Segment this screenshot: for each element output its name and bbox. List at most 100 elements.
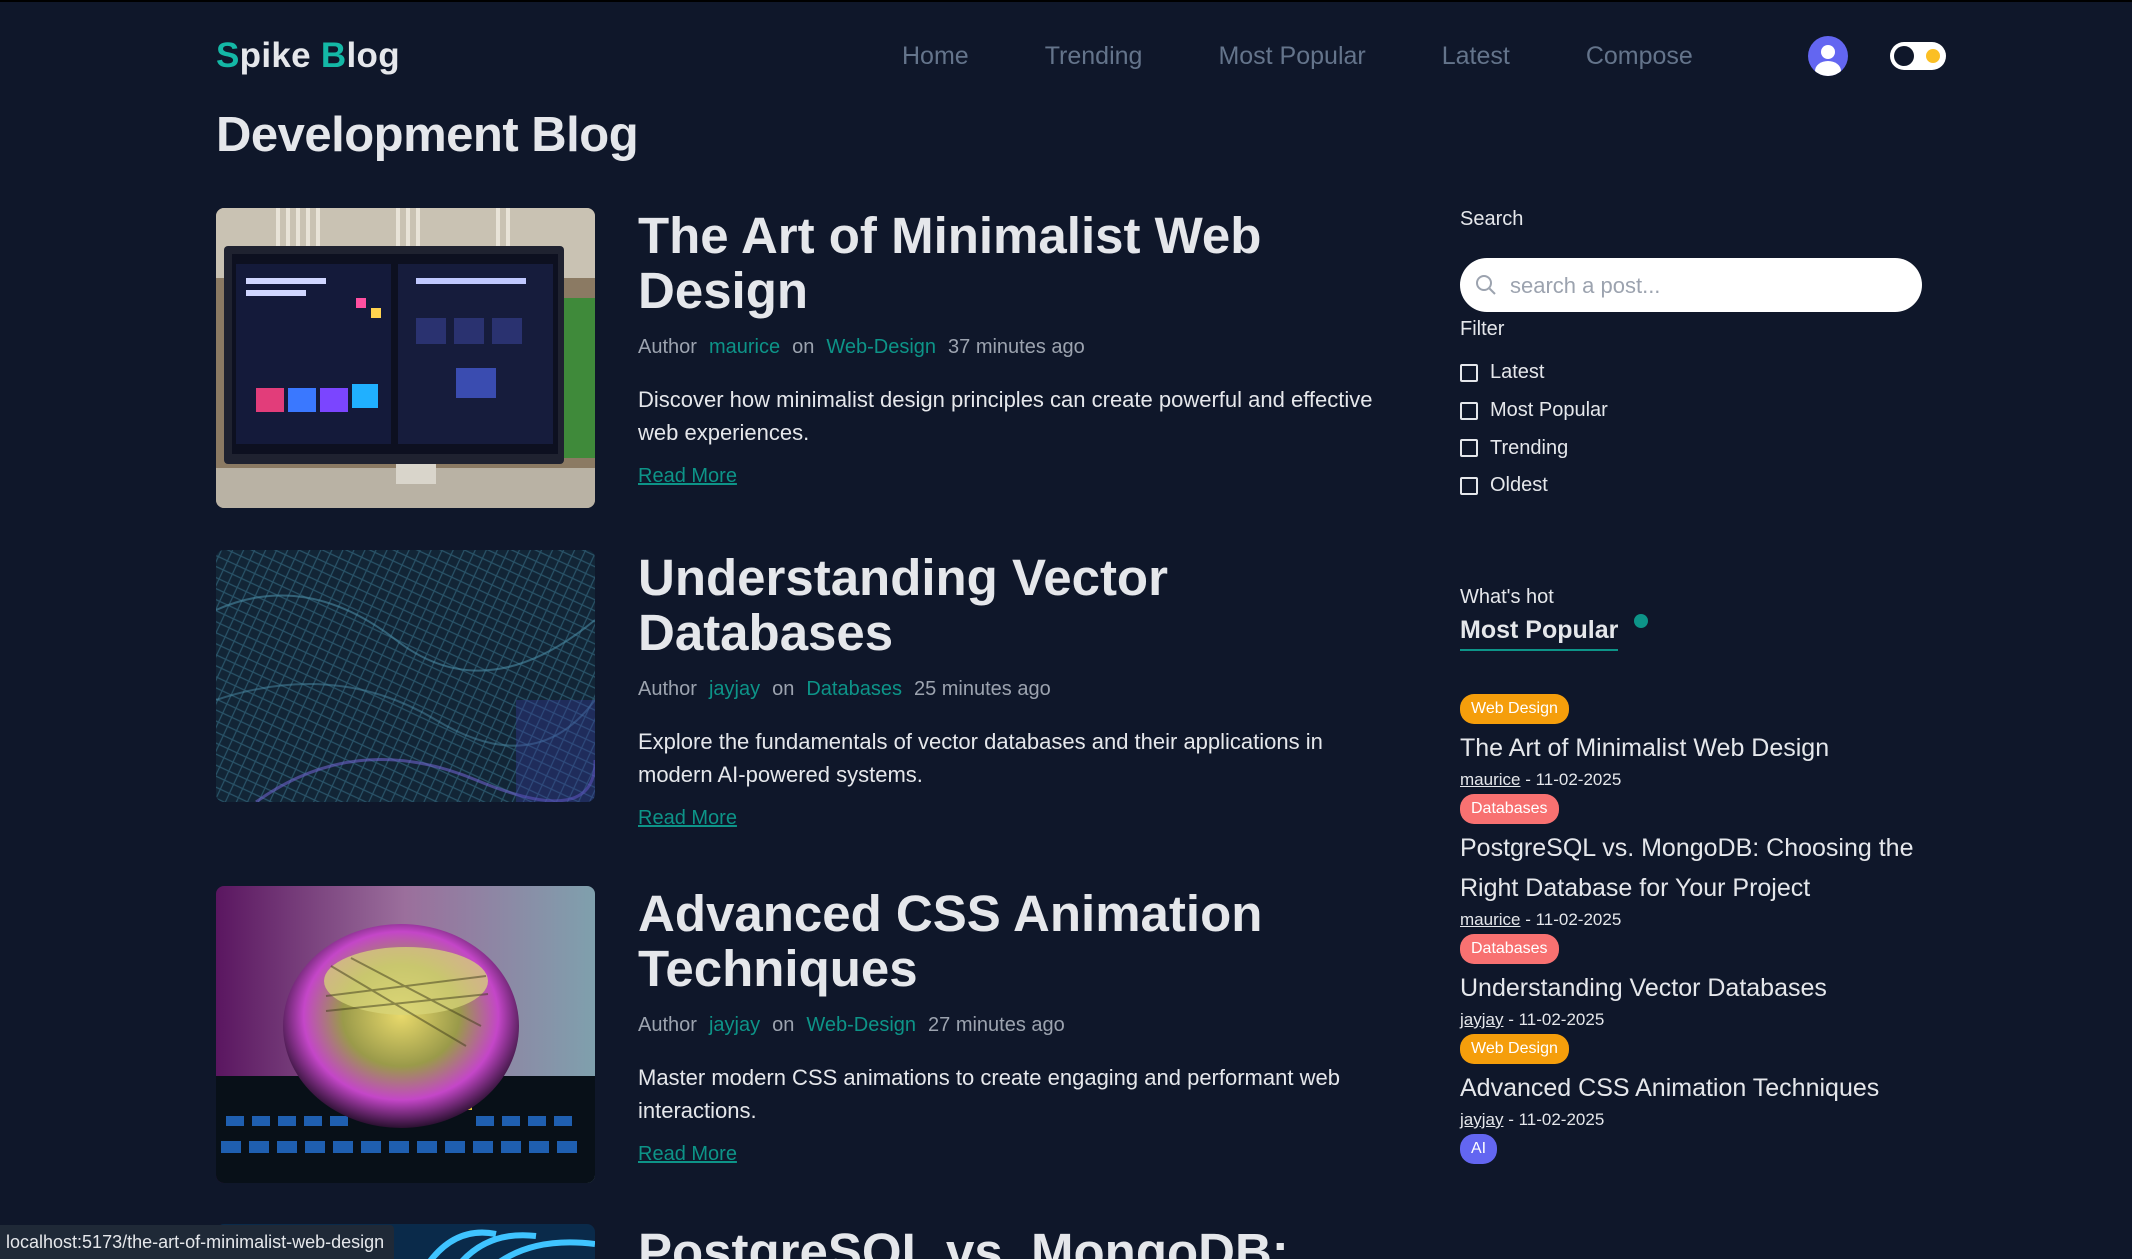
popular-date: - 11-02-2025 — [1520, 910, 1622, 929]
nav-links: Home Trending Most Popular Latest Compos… — [902, 42, 1769, 71]
popular-item: AI — [1460, 1134, 1940, 1164]
filter-label-text: Most Popular — [1490, 399, 1608, 422]
meta-category-link[interactable]: Databases — [806, 678, 902, 700]
checkbox[interactable] — [1460, 363, 1478, 382]
meta-author-prefix: Author — [638, 678, 697, 700]
post-title[interactable]: PostgreSQL vs. MongoDB: — [638, 1224, 1398, 1259]
navbar: Spike Blog Home Trending Most Popular La… — [216, 30, 1946, 86]
post-body: Understanding Vector Databases Author jay… — [638, 550, 1398, 830]
popular-author-link[interactable]: maurice — [1460, 770, 1520, 789]
meta-time: 27 minutes ago — [928, 1014, 1065, 1036]
meta-author-prefix: Author — [638, 336, 697, 358]
post-excerpt: Discover how minimalist design principle… — [638, 387, 1373, 445]
filter-label-text: Latest — [1490, 361, 1545, 384]
meta-category-link[interactable]: Web-Design — [806, 1014, 916, 1036]
popular-item: Web Design Advanced CSS Animation Techni… — [1460, 1034, 1940, 1130]
user-avatar-icon[interactable] — [1808, 36, 1848, 76]
monitor-photo-image — [216, 208, 595, 508]
avatar-head-shape — [1821, 45, 1835, 59]
post-body: PostgreSQL vs. MongoDB: — [638, 1224, 1398, 1259]
checkbox[interactable] — [1460, 476, 1478, 495]
read-more-link[interactable]: Read More — [638, 465, 737, 488]
brand-letter-b: B — [320, 36, 347, 75]
nav-link-most-popular[interactable]: Most Popular — [1218, 42, 1365, 71]
popular-post-meta: maurice - 11-02-2025 — [1460, 770, 1940, 790]
meta-author-prefix: Author — [638, 1014, 697, 1036]
meta-time: 37 minutes ago — [948, 336, 1085, 358]
filter-label-text: Oldest — [1490, 474, 1548, 497]
toggle-knob — [1894, 46, 1914, 66]
popular-post-title[interactable]: Understanding Vector Databases — [1460, 968, 1940, 1008]
nav-link-home[interactable]: Home — [902, 42, 969, 71]
sun-icon — [1926, 49, 1940, 63]
filter-oldest[interactable]: Oldest — [1460, 467, 1608, 505]
popular-date: - 11-02-2025 — [1520, 770, 1622, 789]
post-body: The Art of Minimalist Web Design Author m… — [638, 208, 1398, 488]
checkbox[interactable] — [1460, 401, 1478, 420]
post-title[interactable]: The Art of Minimalist Web Design — [638, 208, 1398, 318]
post-excerpt: Master modern CSS animations to create e… — [638, 1065, 1340, 1123]
popular-post-meta: jayjay - 11-02-2025 — [1460, 1110, 1940, 1130]
category-tag[interactable]: AI — [1460, 1134, 1498, 1164]
category-tag[interactable]: Databases — [1460, 934, 1559, 964]
most-popular-heading: Most Popular — [1460, 616, 1619, 651]
app-root: Spike Blog Home Trending Most Popular La… — [0, 0, 2132, 1259]
popular-date: - 11-02-2025 — [1503, 1110, 1605, 1129]
whats-hot-label: What's hot — [1460, 586, 1554, 608]
popular-post-title[interactable]: Advanced CSS Animation Techniques — [1460, 1068, 1940, 1108]
meta-time: 25 minutes ago — [913, 678, 1051, 700]
nav-link-compose[interactable]: Compose — [1586, 42, 1693, 71]
popular-post-title[interactable]: PostgreSQL vs. MongoDB: Choosing the Rig… — [1460, 828, 1940, 908]
search-box[interactable] — [1460, 258, 1922, 312]
meta-on: on — [772, 1014, 795, 1036]
checkbox[interactable] — [1460, 439, 1478, 458]
filter-most-popular[interactable]: Most Popular — [1460, 392, 1608, 430]
nav-link-trending[interactable]: Trending — [1045, 42, 1143, 71]
category-tag[interactable]: Web Design — [1460, 694, 1569, 724]
read-more-link[interactable]: Read More — [638, 807, 737, 830]
popular-author-link[interactable]: jayjay — [1460, 1110, 1503, 1129]
filter-label: Filter — [1460, 318, 1505, 340]
meta-author-link[interactable]: maurice — [709, 336, 780, 358]
popular-item: Web Design The Art of Minimalist Web Des… — [1460, 694, 1940, 790]
link-preview-status-bar: localhost:5173/the-art-of-minimalist-web… — [0, 1225, 395, 1259]
popular-item: Databases Understanding Vector Databases… — [1460, 934, 1940, 1030]
filter-label-text: Trending — [1490, 436, 1569, 459]
read-more-link[interactable]: Read More — [638, 1143, 737, 1166]
avatar-body-shape — [1815, 61, 1841, 76]
post-thumbnail[interactable] — [216, 550, 595, 802]
popular-author-link[interactable]: jayjay — [1460, 1010, 1503, 1029]
popular-post-meta: jayjay - 11-02-2025 — [1460, 1010, 1940, 1030]
popular-post-meta: maurice - 11-02-2025 — [1460, 910, 1940, 930]
meta-category-link[interactable]: Web-Design — [826, 336, 936, 358]
meta-author-link[interactable]: jayjay — [709, 1014, 760, 1036]
post-excerpt: Explore the fundamentals of vector datab… — [638, 729, 1323, 787]
popular-list: Web Design The Art of Minimalist Web Des… — [1460, 694, 1940, 1164]
filter-latest[interactable]: Latest — [1460, 354, 1608, 392]
category-tag[interactable]: Databases — [1460, 794, 1559, 824]
popular-post-title[interactable]: The Art of Minimalist Web Design — [1460, 728, 1940, 768]
popular-author-link[interactable]: maurice — [1460, 910, 1520, 929]
post-thumbnail[interactable] — [216, 208, 595, 508]
post-body: Advanced CSS Animation Techniques Author… — [638, 886, 1398, 1166]
search-input[interactable] — [1508, 266, 1912, 306]
sidebar: Search Filter Latest Most Popular Trendi… — [1460, 208, 1940, 1164]
theme-toggle[interactable] — [1890, 42, 1946, 70]
brand-text-pike: pike — [239, 36, 321, 75]
category-tag[interactable]: Web Design — [1460, 1034, 1569, 1064]
post-title[interactable]: Advanced CSS Animation Techniques — [638, 886, 1398, 996]
meta-on: on — [792, 336, 815, 358]
brand-text-log: log — [346, 36, 400, 75]
brand-logo[interactable]: Spike Blog — [216, 36, 400, 76]
search-icon — [1476, 275, 1496, 295]
crystal-ball-image — [216, 886, 595, 1183]
hot-indicator-dot — [1634, 614, 1648, 628]
post-title[interactable]: Understanding Vector Databases — [638, 550, 1398, 660]
meta-author-link[interactable]: jayjay — [709, 678, 760, 700]
popular-date: - 11-02-2025 — [1503, 1010, 1605, 1029]
filter-trending[interactable]: Trending — [1460, 429, 1608, 467]
post-thumbnail[interactable] — [216, 886, 595, 1183]
post-meta: Author maurice on Web-Design 37 minutes ago — [638, 336, 1398, 359]
nav-link-latest[interactable]: Latest — [1442, 42, 1510, 71]
popular-item: Databases PostgreSQL vs. MongoDB: Choosi… — [1460, 794, 1940, 930]
